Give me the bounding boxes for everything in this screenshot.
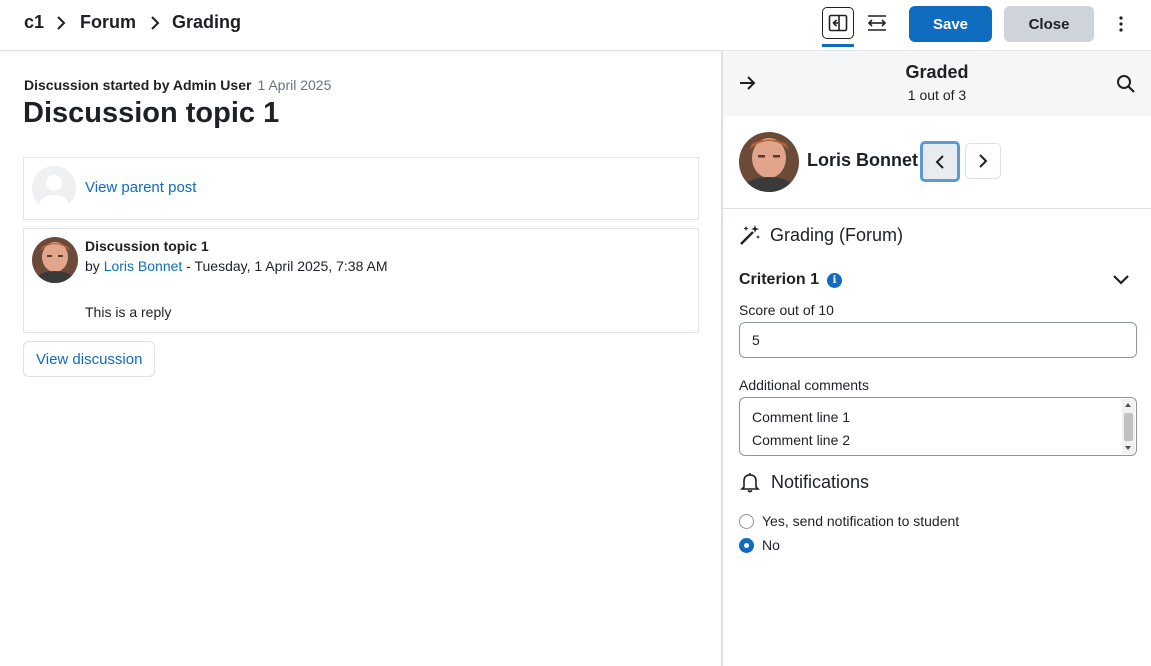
post-subject: Discussion topic 1 <box>85 238 209 254</box>
scroll-thumb[interactable] <box>1124 413 1133 441</box>
notify-yes-radio[interactable] <box>739 513 754 529</box>
magic-wand-icon <box>740 225 760 245</box>
comments-textarea[interactable]: Comment line 1 Comment line 2 <box>739 397 1137 456</box>
expand-horizontal-icon <box>867 15 887 31</box>
active-view-indicator <box>822 44 854 47</box>
page-header: c1 Forum Grading Save Close <box>0 0 1151 51</box>
grading-section-header: Grading (Forum) <box>738 224 903 246</box>
user-photo-icon <box>739 132 799 192</box>
post-date: - Tuesday, 1 April 2025, 7:38 AM <box>182 258 388 274</box>
save-button[interactable]: Save <box>909 6 992 42</box>
score-label: Score out of 10 <box>739 302 834 318</box>
avatar <box>739 132 799 192</box>
scroll-up-arrow[interactable] <box>1125 403 1131 407</box>
user-name: Loris Bonnet <box>807 150 918 170</box>
grading-title: Grading (Forum) <box>770 224 904 245</box>
post-author-link[interactable]: Loris Bonnet <box>104 258 183 274</box>
default-user-icon <box>39 175 69 210</box>
criterion-title: Criterion 1 <box>739 271 820 288</box>
scroll-down-arrow[interactable] <box>1125 446 1131 450</box>
parent-post-card: View parent post <box>23 157 699 220</box>
bell-icon <box>740 473 760 493</box>
grading-status-title: Graded <box>905 62 969 82</box>
info-icon[interactable]: i <box>827 272 843 288</box>
criterion-header: Criterion 1 i <box>739 271 843 289</box>
expand-content-button[interactable] <box>861 7 893 39</box>
view-parent-post-link[interactable]: View parent post <box>85 179 196 196</box>
breadcrumb-forum[interactable]: Forum <box>80 12 136 33</box>
chevron-right-icon <box>57 16 66 30</box>
collapse-panel-icon <box>828 14 848 32</box>
previous-user-button[interactable] <box>920 141 960 182</box>
more-options-button[interactable] <box>1110 10 1132 38</box>
breadcrumb-course[interactable]: c1 <box>24 12 44 33</box>
post-body: This is a reply <box>85 304 172 320</box>
notify-yes-option[interactable]: Yes, send notification to student <box>739 513 959 529</box>
collapse-grader-panel-button[interactable] <box>822 7 854 39</box>
comment-line: Comment line 2 <box>752 432 851 448</box>
page-title: Discussion topic 1 <box>23 97 280 129</box>
breadcrumb-grading: Grading <box>172 12 242 32</box>
comment-line: Comment line 1 <box>752 409 851 425</box>
chevron-left-icon <box>935 154 944 169</box>
search-icon[interactable] <box>1116 74 1136 94</box>
post-meta: by Loris Bonnet - Tuesday, 1 April 2025,… <box>85 258 388 274</box>
chevron-down-icon[interactable] <box>1112 273 1130 287</box>
started-by-text: Discussion started by Admin User <box>24 77 252 93</box>
chevron-right-icon <box>151 16 160 30</box>
chevron-right-icon <box>979 154 988 168</box>
discussion-started-by: Discussion started by Admin User 1 April … <box>24 77 331 93</box>
avatar[interactable] <box>32 237 78 283</box>
close-button[interactable]: Close <box>1004 6 1094 42</box>
notifications-title: Notifications <box>771 471 870 492</box>
notify-no-option[interactable]: No <box>739 537 780 553</box>
grading-status-bar: Graded 1 out of 3 <box>723 52 1151 116</box>
notify-no-radio[interactable] <box>739 537 754 553</box>
user-navigation: Loris Bonnet <box>723 116 1151 209</box>
comments-content: Comment line 1 Comment line 2 <box>752 406 850 452</box>
next-user-button[interactable] <box>965 143 1001 179</box>
kebab-menu-icon <box>1119 16 1123 32</box>
post-by: by <box>85 258 100 274</box>
notifications-header: Notifications <box>739 471 869 493</box>
notify-no-label[interactable]: No <box>762 537 780 553</box>
started-date: 1 April 2025 <box>257 77 332 93</box>
comments-label: Additional comments <box>739 377 869 393</box>
user-photo-icon <box>32 237 78 283</box>
view-discussion-button[interactable]: View discussion <box>23 341 156 377</box>
score-input[interactable] <box>739 322 1137 358</box>
notify-yes-label[interactable]: Yes, send notification to student <box>762 513 959 529</box>
textarea-scrollbar[interactable] <box>1122 399 1135 454</box>
avatar-placeholder <box>32 166 76 210</box>
grading-status-count: 1 out of 3 <box>907 87 967 103</box>
post-card: Discussion topic 1 by Loris Bonnet - Tue… <box>23 228 699 333</box>
